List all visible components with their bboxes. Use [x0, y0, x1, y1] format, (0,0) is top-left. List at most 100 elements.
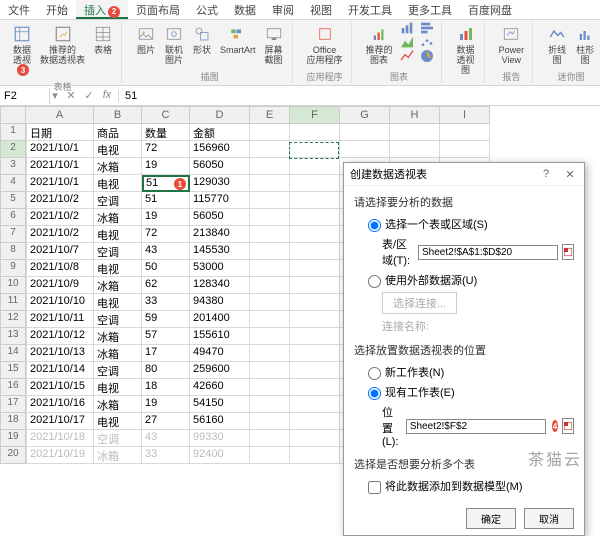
cell[interactable]: 56050	[190, 209, 250, 226]
cell[interactable]	[250, 175, 290, 192]
range-input[interactable]	[418, 245, 558, 260]
opt-select-range[interactable]: 选择一个表或区域(S)	[368, 216, 488, 232]
cell[interactable]: 2021/10/7	[26, 243, 94, 260]
cell[interactable]	[390, 124, 440, 141]
cell[interactable]	[250, 311, 290, 328]
cell[interactable]	[290, 226, 340, 243]
cell[interactable]	[290, 413, 340, 430]
cell[interactable]	[340, 124, 390, 141]
btn-table[interactable]: 表格	[91, 22, 115, 57]
tab-moretools[interactable]: 更多工具	[400, 0, 460, 19]
cell[interactable]	[250, 226, 290, 243]
cell[interactable]	[290, 294, 340, 311]
col-I[interactable]: I	[440, 106, 490, 124]
cell[interactable]: 259600	[190, 362, 250, 379]
cell[interactable]: 2021/10/15	[26, 379, 94, 396]
cell[interactable]: 92400	[190, 447, 250, 464]
cell[interactable]: 空调	[94, 192, 142, 209]
col-D[interactable]: D	[190, 106, 250, 124]
cell[interactable]: 电视	[94, 175, 142, 192]
cell[interactable]: 145530	[190, 243, 250, 260]
cell[interactable]	[440, 141, 490, 158]
cell[interactable]: 空调	[94, 311, 142, 328]
btn-pictures[interactable]: 图片	[134, 22, 158, 57]
tab-file[interactable]: 文件	[0, 0, 38, 19]
cell[interactable]: 19	[142, 396, 190, 413]
cell[interactable]	[290, 311, 340, 328]
row-header[interactable]: 20	[0, 447, 26, 464]
col-A[interactable]: A	[26, 106, 94, 124]
opt-newsheet[interactable]: 新工作表(N)	[368, 364, 444, 380]
cell[interactable]	[290, 260, 340, 277]
opt-datamodel[interactable]: 将此数据添加到数据模型(M)	[368, 478, 523, 494]
cell[interactable]: 2021/10/13	[26, 345, 94, 362]
cell[interactable]: 2021/10/18	[26, 430, 94, 447]
row-header[interactable]: 11	[0, 294, 26, 311]
cell[interactable]: 129030	[190, 175, 250, 192]
cell[interactable]: 50	[142, 260, 190, 277]
row-header[interactable]: 5	[0, 192, 26, 209]
cell[interactable]: 33	[142, 447, 190, 464]
cell[interactable]: 冰箱	[94, 209, 142, 226]
cell[interactable]	[290, 124, 340, 141]
cell[interactable]: 51	[142, 192, 190, 209]
cell[interactable]: 2021/10/14	[26, 362, 94, 379]
col-F[interactable]: F	[290, 106, 340, 124]
cell[interactable]: 2021/10/2	[26, 209, 94, 226]
col-C[interactable]: C	[142, 106, 190, 124]
col-E[interactable]: E	[250, 106, 290, 124]
cell[interactable]	[290, 345, 340, 362]
cell[interactable]	[250, 447, 290, 464]
cell[interactable]: 2021/10/2	[26, 226, 94, 243]
tab-home[interactable]: 开始	[38, 0, 76, 19]
cell[interactable]	[290, 328, 340, 345]
col-H[interactable]: H	[390, 106, 440, 124]
opt-existing[interactable]: 现有工作表(E)	[368, 384, 455, 400]
cell[interactable]: 电视	[94, 226, 142, 243]
formula-input[interactable]: 51	[119, 88, 600, 104]
cell[interactable]	[290, 396, 340, 413]
btn-pivottable[interactable]: 数据 透视 3	[10, 22, 34, 80]
cell[interactable]: 2021/10/11	[26, 311, 94, 328]
cell[interactable]	[250, 413, 290, 430]
cell[interactable]	[250, 345, 290, 362]
cell[interactable]	[290, 379, 340, 396]
fb-cancel[interactable]: ✕	[64, 89, 78, 102]
cell[interactable]	[250, 362, 290, 379]
cell[interactable]: 57	[142, 328, 190, 345]
cell[interactable]	[250, 243, 290, 260]
cell[interactable]: 空调	[94, 243, 142, 260]
cell[interactable]	[250, 141, 290, 158]
tab-baidu[interactable]: 百度网盘	[460, 0, 520, 19]
dialog-titlebar[interactable]: 创建数据透视表 ? ✕	[344, 163, 584, 186]
cell[interactable]: 99330	[190, 430, 250, 447]
cell[interactable]: 2021/10/16	[26, 396, 94, 413]
cell[interactable]: 72	[142, 141, 190, 158]
cell[interactable]: 商品	[94, 124, 142, 141]
row-header[interactable]: 6	[0, 209, 26, 226]
name-box-dropdown[interactable]: ▾	[50, 89, 60, 102]
col-B[interactable]: B	[94, 106, 142, 124]
row-header[interactable]: 14	[0, 345, 26, 362]
cell[interactable]: 冰箱	[94, 447, 142, 464]
cell[interactable]	[390, 141, 440, 158]
cell[interactable]: 94380	[190, 294, 250, 311]
row-header[interactable]: 19	[0, 430, 26, 447]
cell[interactable]: 201400	[190, 311, 250, 328]
cell[interactable]: 62	[142, 277, 190, 294]
range-picker-btn[interactable]	[562, 244, 574, 260]
cell[interactable]	[250, 294, 290, 311]
btn-pivotchart[interactable]: 数据透视图	[454, 22, 478, 77]
cell[interactable]	[290, 141, 340, 158]
cell[interactable]	[250, 124, 290, 141]
cell[interactable]: 电视	[94, 141, 142, 158]
cell[interactable]: 17	[142, 345, 190, 362]
cell[interactable]: 49470	[190, 345, 250, 362]
cell[interactable]: 冰箱	[94, 345, 142, 362]
cell[interactable]: 2021/10/1	[26, 175, 94, 192]
cell[interactable]	[250, 260, 290, 277]
cell[interactable]: 电视	[94, 294, 142, 311]
row-header[interactable]: 8	[0, 243, 26, 260]
cell[interactable]: 56050	[190, 158, 250, 175]
cell[interactable]	[290, 158, 340, 175]
